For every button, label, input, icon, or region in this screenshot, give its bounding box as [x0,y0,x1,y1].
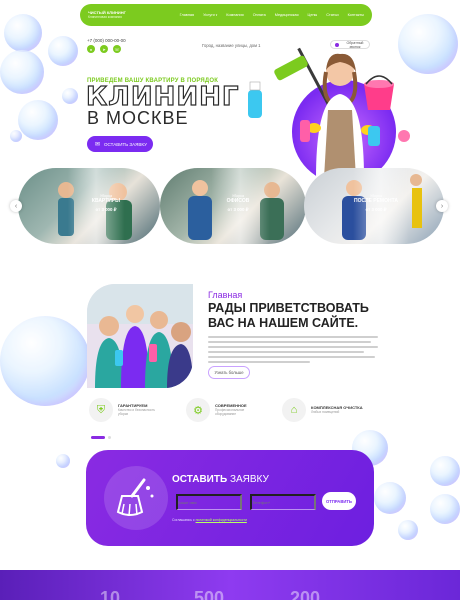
pagination-dot-active[interactable] [91,436,105,439]
slide-caption: Уборка КВАРТИРЫ от 3 000 ₽ [76,194,136,213]
main-nav: Главная Услуги▾ Компания Оплата Медицинс… [180,13,364,17]
logo[interactable]: ЧИСТЫЙ КЛИНИНГ Клининговая компания [88,10,152,19]
request-title: ОСТАВИТЬ ЗАЯВКУ [172,474,269,485]
slide-office[interactable]: Уборка ОФИСОВ от 3 000 ₽ [160,168,306,244]
about-label: Главная [208,290,243,300]
telegram-icon[interactable]: ➤ [100,45,108,53]
bubble-decor [4,14,42,52]
stats-strip: 10 500 200 [0,570,460,600]
vk-icon[interactable]: в [87,45,95,53]
stat-value: 10 [100,588,121,600]
feature-sub: Профессиональное оборудование [215,408,245,416]
consent-text: Соглашаюсь с [172,518,195,522]
bubble-decor [56,454,70,468]
hero-city: В МОСКВЕ [87,108,189,128]
broom-icon [116,478,154,517]
social-links: в ➤ ☏ [87,45,121,53]
privacy-link[interactable]: политикой конфиденциальности [196,518,247,522]
house-icon: ⌂ [282,398,306,422]
slide-price: от 3 000 ₽ [227,207,249,212]
feature-pagination [91,436,111,439]
request-form-block: ОСТАВИТЬ ЗАЯВКУ ОТПРАВИТЬ Соглашаюсь с п… [86,450,374,546]
hero-cleaner-illustration [248,47,410,178]
vacuum-icon: ⚙ [186,398,210,422]
bubble-decor [0,50,44,94]
slide-caption: Уборка ПОСЛЕ РЕМОНТА от 3 000 ₽ [346,194,406,213]
slide-name: КВАРТИРЫ [91,198,121,204]
nav-item-company[interactable]: Компания [226,13,243,17]
name-input[interactable] [176,494,242,510]
hero-title: КЛИНИНГ [85,82,240,112]
nav-item-services[interactable]: Услуги▾ [203,13,217,17]
slider-next-arrow-icon[interactable]: › [436,200,448,212]
bubble-decor [374,482,406,514]
slide-name: ПОСЛЕ РЕМОНТА [354,198,398,204]
logo-subtitle: Клининговая компания [88,14,122,19]
slide-name: ОФИСОВ [226,198,250,204]
stat-value: 500 [194,588,225,600]
nav-item-articles[interactable]: Статьи [326,13,338,17]
feature-equipment: ⚙ СОВРЕМЕННОЕ Профессиональное оборудован… [186,398,263,422]
slide-caption: Уборка ОФИСОВ от 3 000 ₽ [208,194,268,213]
slide-after-repair[interactable]: Уборка ПОСЛЕ РЕМОНТА от 3 000 ₽ [304,168,444,244]
about-title: РАДЫ ПРИВЕТСТВОВАТЬ ВАС НА НАШЕМ САЙТЕ. [208,301,369,331]
submit-button[interactable]: ОТПРАВИТЬ [322,492,356,510]
request-title-rest: ЗАЯВКУ [229,474,269,485]
feature-complex: ⌂ КОМПЛЕКСНАЯ ОЧИСТКА Любых помещений [282,398,363,422]
bubble-decor [430,494,460,524]
bubble-decor [18,100,58,140]
bubble-decor [62,88,78,104]
nav-item-prices[interactable]: Цены [308,13,318,17]
bubble-decor [10,130,22,142]
about-text-lines [208,336,378,366]
shield-icon: ⛨ [89,398,113,422]
feature-guarantee: ⛨ ГАРАНТИРУЕМ Качество и безопасность убо… [89,398,166,422]
hero-request-label: ОСТАВИТЬ ЗАЯВКУ [104,141,147,147]
slide-price: от 3 000 ₽ [365,207,387,212]
chevron-down-icon: ▾ [215,13,218,17]
top-navbar: ЧИСТЫЙ КЛИНИНГ Клининговая компания Глав… [80,4,372,26]
slide-apartment[interactable]: Уборка КВАРТИРЫ от 3 000 ₽ [18,168,160,244]
services-slider: Уборка КВАРТИРЫ от 3 000 ₽ Уборка ОФИСОВ… [8,168,452,244]
team-photo [87,284,193,388]
pagination-dot[interactable] [108,436,111,439]
slider-prev-arrow-icon[interactable]: ‹ [10,200,22,212]
hero-request-button[interactable]: ✉ ОСТАВИТЬ ЗАЯВКУ [87,136,153,152]
phone-number[interactable]: +7 (000) 000-00-00 [87,38,126,43]
feature-sub: Любых помещений [311,410,340,415]
privacy-consent: Соглашаюсь с политикой конфиденциальност… [172,518,247,522]
request-title-bold: ОСТАВИТЬ [172,474,228,485]
broom-icon-circle [104,466,168,530]
mail-icon: ✉ [95,141,101,148]
bubble-decor [0,316,90,406]
phone-input[interactable] [250,494,316,510]
bubble-decor [398,520,418,540]
stat-value: 200 [290,588,321,600]
nav-item-payment[interactable]: Оплата [253,13,266,17]
nav-item-main[interactable]: Главная [180,13,194,17]
nav-item-medical[interactable]: Медицинская [275,13,299,17]
page: ЧИСТЫЙ КЛИНИНГ Клининговая компания Глав… [0,0,460,600]
bubble-decor [430,456,460,486]
whatsapp-icon[interactable]: ☏ [113,45,121,53]
feature-sub: Качество и безопасность уборки [118,408,156,416]
bubble-decor [48,36,78,66]
slide-price: от 3 000 ₽ [95,207,117,212]
more-button[interactable]: Узнать больше [208,366,250,379]
nav-item-contacts[interactable]: Контакты [348,13,364,17]
